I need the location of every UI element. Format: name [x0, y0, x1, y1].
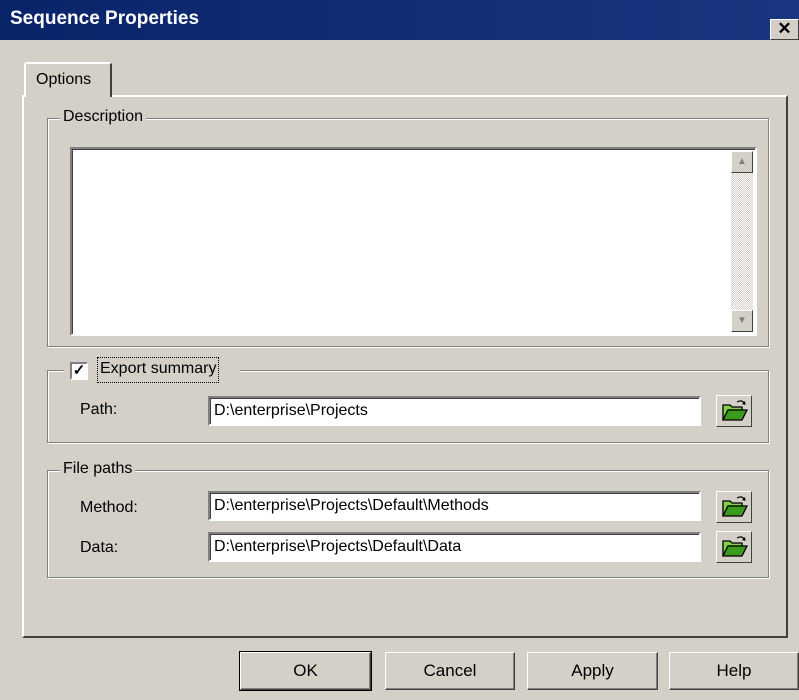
method-input[interactable]: D:\enterprise\Projects\Default\Methods: [208, 491, 701, 521]
data-label: Data:: [80, 539, 119, 556]
description-scrollbar[interactable]: ▲ ▼: [731, 151, 753, 332]
export-summary-checkbox[interactable]: ✓: [70, 362, 88, 380]
path-input[interactable]: D:\enterprise\Projects: [208, 396, 701, 426]
tab-options-label: Options: [36, 71, 92, 88]
arrow-down-icon: ▼: [737, 315, 747, 326]
file-paths-legend: File paths: [60, 460, 136, 478]
data-input[interactable]: D:\enterprise\Projects\Default\Data: [208, 532, 701, 562]
window-title: Sequence Properties: [10, 8, 200, 29]
close-icon: ✕: [777, 19, 792, 38]
scroll-up-button[interactable]: ▲: [731, 151, 753, 173]
tab-options[interactable]: Options: [24, 62, 112, 97]
help-button[interactable]: Help: [669, 652, 799, 690]
folder-open-icon: [721, 400, 749, 421]
path-label: Path:: [80, 401, 118, 418]
cancel-button[interactable]: Cancel: [385, 652, 515, 690]
apply-button[interactable]: Apply: [527, 652, 658, 690]
folder-open-icon: [721, 536, 749, 557]
data-browse-button[interactable]: [716, 531, 752, 563]
description-legend: Description: [60, 108, 147, 126]
export-summary-label[interactable]: Export summary: [97, 357, 220, 383]
scroll-down-button[interactable]: ▼: [731, 310, 753, 332]
arrow-up-icon: ▲: [737, 156, 747, 167]
ok-button[interactable]: OK: [239, 651, 372, 691]
method-label: Method:: [80, 499, 138, 516]
folder-open-icon: [721, 496, 749, 517]
path-browse-button[interactable]: [716, 395, 752, 427]
close-button[interactable]: ✕: [770, 19, 799, 40]
checkmark-icon: ✓: [72, 362, 86, 379]
method-browse-button[interactable]: [716, 491, 752, 523]
description-textarea[interactable]: ▲ ▼: [70, 147, 757, 336]
